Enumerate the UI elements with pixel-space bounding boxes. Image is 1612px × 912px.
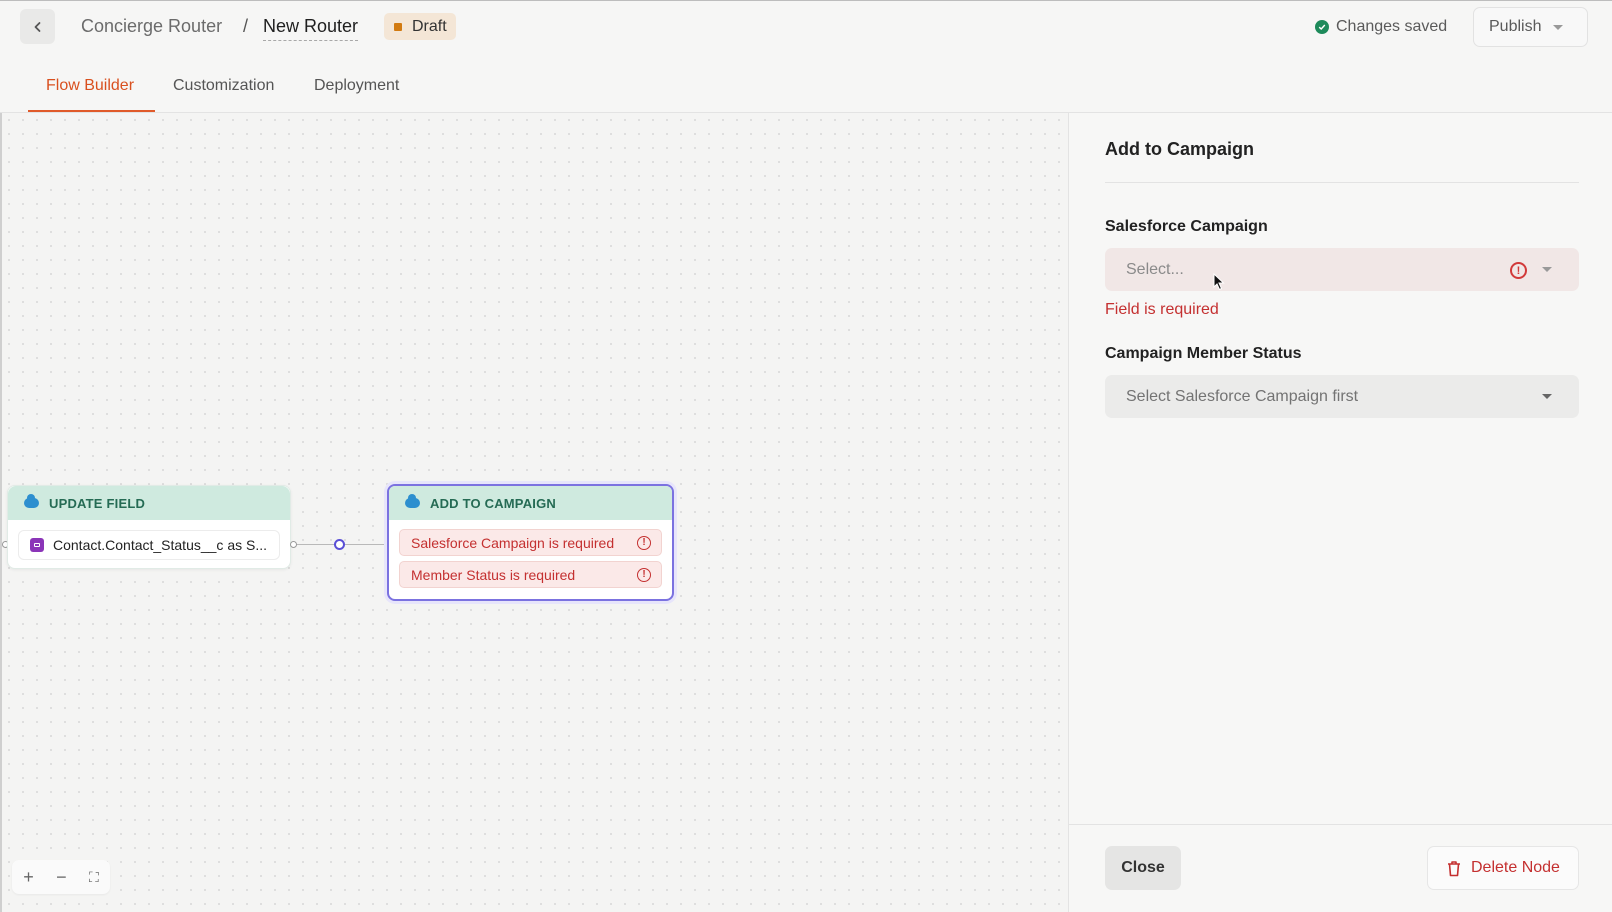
panel-title: Add to Campaign bbox=[1105, 139, 1254, 159]
salesforce-cloud-icon bbox=[405, 494, 420, 508]
chevron-down-icon bbox=[1542, 267, 1552, 272]
node-settings-panel: Add to Campaign Salesforce Campaign Sele… bbox=[1068, 113, 1612, 912]
connector-handle[interactable] bbox=[290, 541, 297, 548]
back-button[interactable] bbox=[20, 9, 55, 44]
campaign-error-message: Field is required bbox=[1105, 301, 1219, 318]
add-step-handle[interactable] bbox=[334, 539, 345, 550]
node-field-item: Contact.Contact_Status__c as S... bbox=[18, 530, 280, 560]
node-header: UPDATE FIELD bbox=[8, 486, 290, 520]
tab-bar: Flow Builder Customization Deployment bbox=[0, 52, 1612, 113]
divider bbox=[1069, 824, 1612, 825]
chevron-down-icon bbox=[1542, 394, 1552, 399]
node-error-text: Member Status is required bbox=[411, 566, 576, 583]
close-button-label: Close bbox=[1121, 859, 1165, 876]
trash-icon bbox=[1448, 860, 1460, 876]
zoom-out-icon[interactable]: − bbox=[56, 867, 67, 888]
close-button[interactable]: Close bbox=[1105, 846, 1181, 890]
delete-node-button[interactable]: Delete Node bbox=[1427, 846, 1579, 890]
divider bbox=[1105, 182, 1579, 183]
tab-customization[interactable]: Customization bbox=[173, 77, 274, 95]
mouse-cursor-icon bbox=[1213, 273, 1225, 291]
member-status-label: Campaign Member Status bbox=[1105, 345, 1302, 362]
draft-dot-icon bbox=[394, 22, 402, 31]
chevron-left-icon bbox=[34, 21, 40, 32]
check-circle-icon bbox=[1315, 20, 1329, 34]
publish-button[interactable]: Publish bbox=[1473, 7, 1588, 47]
save-status-label: Changes saved bbox=[1336, 18, 1448, 35]
member-status-select[interactable]: Select Salesforce Campaign first bbox=[1105, 375, 1579, 418]
campaign-select[interactable]: Select... ! bbox=[1105, 248, 1579, 291]
tab-flow-builder[interactable]: Flow Builder bbox=[46, 77, 134, 95]
salesforce-cloud-icon bbox=[24, 494, 39, 508]
alert-circle-icon: ! bbox=[637, 568, 651, 582]
member-status-placeholder: Select Salesforce Campaign first bbox=[1126, 387, 1359, 405]
delete-node-label: Delete Node bbox=[1471, 859, 1560, 876]
node-error-item: Salesforce Campaign is required ! bbox=[399, 529, 662, 556]
status-badge-label: Draft bbox=[412, 17, 447, 35]
field-type-icon bbox=[30, 538, 44, 552]
campaign-label: Salesforce Campaign bbox=[1105, 218, 1268, 235]
node-header: ADD TO CAMPAIGN bbox=[389, 486, 672, 520]
zoom-in-icon[interactable]: + bbox=[23, 867, 34, 888]
update-field-node[interactable]: UPDATE FIELD Contact.Contact_Status__c a… bbox=[7, 485, 291, 569]
breadcrumb-separator: / bbox=[243, 16, 249, 36]
tab-deployment[interactable]: Deployment bbox=[314, 77, 399, 95]
node-field-text: Contact.Contact_Status__c as S... bbox=[53, 537, 268, 553]
zoom-controls: + − ⛶ bbox=[12, 860, 110, 894]
router-name[interactable]: New Router bbox=[263, 16, 359, 41]
fit-view-icon[interactable]: ⛶ bbox=[89, 869, 99, 886]
campaign-select-placeholder: Select... bbox=[1126, 260, 1184, 278]
node-title: UPDATE FIELD bbox=[49, 495, 146, 511]
add-to-campaign-node[interactable]: ADD TO CAMPAIGN Salesforce Campaign is r… bbox=[387, 484, 674, 601]
chevron-down-icon bbox=[1553, 24, 1564, 30]
status-badge: Draft bbox=[384, 13, 456, 40]
node-error-item: Member Status is required ! bbox=[399, 561, 662, 588]
alert-circle-icon: ! bbox=[1510, 262, 1527, 279]
breadcrumb-parent[interactable]: Concierge Router bbox=[81, 16, 222, 37]
node-error-text: Salesforce Campaign is required bbox=[411, 534, 615, 551]
publish-label: Publish bbox=[1489, 18, 1542, 35]
alert-circle-icon: ! bbox=[637, 536, 651, 550]
save-status: Changes saved bbox=[1315, 18, 1447, 36]
active-tab-indicator bbox=[28, 110, 155, 112]
node-title: ADD TO CAMPAIGN bbox=[430, 495, 557, 511]
top-bar: Concierge Router / New Router Draft Chan… bbox=[0, 0, 1612, 52]
